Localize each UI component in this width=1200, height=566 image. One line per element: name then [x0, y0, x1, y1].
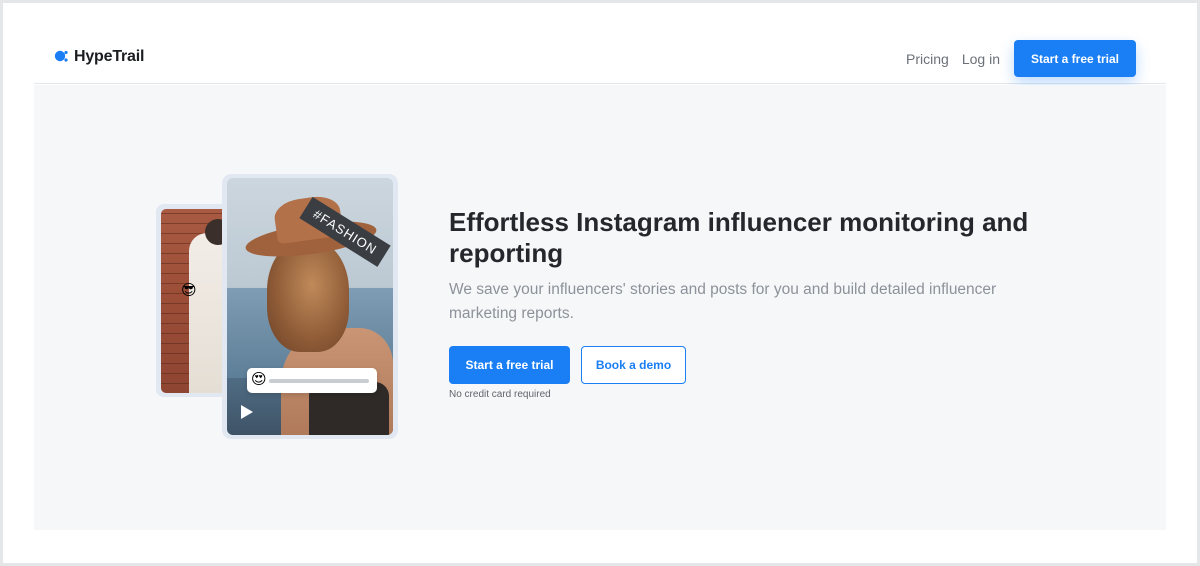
hero-headline: Effortless Instagram influencer monitori…	[449, 207, 1029, 268]
top-navbar: HypeTrail Pricing Log in Start a free tr…	[34, 34, 1166, 84]
heart-eyes-emoji-icon: 😍	[251, 371, 267, 388]
story-card-back-image: 😎	[161, 209, 227, 393]
hero-subtext: We save your influencers' stories and po…	[449, 281, 997, 322]
person-hair	[267, 240, 349, 352]
brand-name: HypeTrail	[74, 48, 145, 65]
hero-start-trial-button[interactable]: Start a free trial	[449, 346, 570, 384]
sunglasses-emoji-icon: 😎	[181, 282, 197, 299]
emoji-slider-track	[269, 379, 369, 383]
hypetrail-logo-icon	[54, 49, 68, 65]
nav-start-trial-button[interactable]: Start a free trial	[1014, 40, 1136, 77]
nav-link-pricing[interactable]: Pricing	[906, 51, 949, 67]
book-demo-button[interactable]: Book a demo	[581, 346, 686, 384]
no-credit-card-note: No credit card required	[449, 389, 551, 400]
brand-logo[interactable]: HypeTrail	[54, 48, 144, 66]
nav-links: Pricing Log in Start a free trial	[906, 40, 1136, 77]
hero-section: 😎 #FASHION 😍 Effortless Instagram influe…	[34, 85, 1166, 530]
play-icon	[241, 405, 253, 419]
emoji-slider-sticker: 😍	[247, 368, 377, 393]
nav-link-login[interactable]: Log in	[962, 51, 1000, 67]
